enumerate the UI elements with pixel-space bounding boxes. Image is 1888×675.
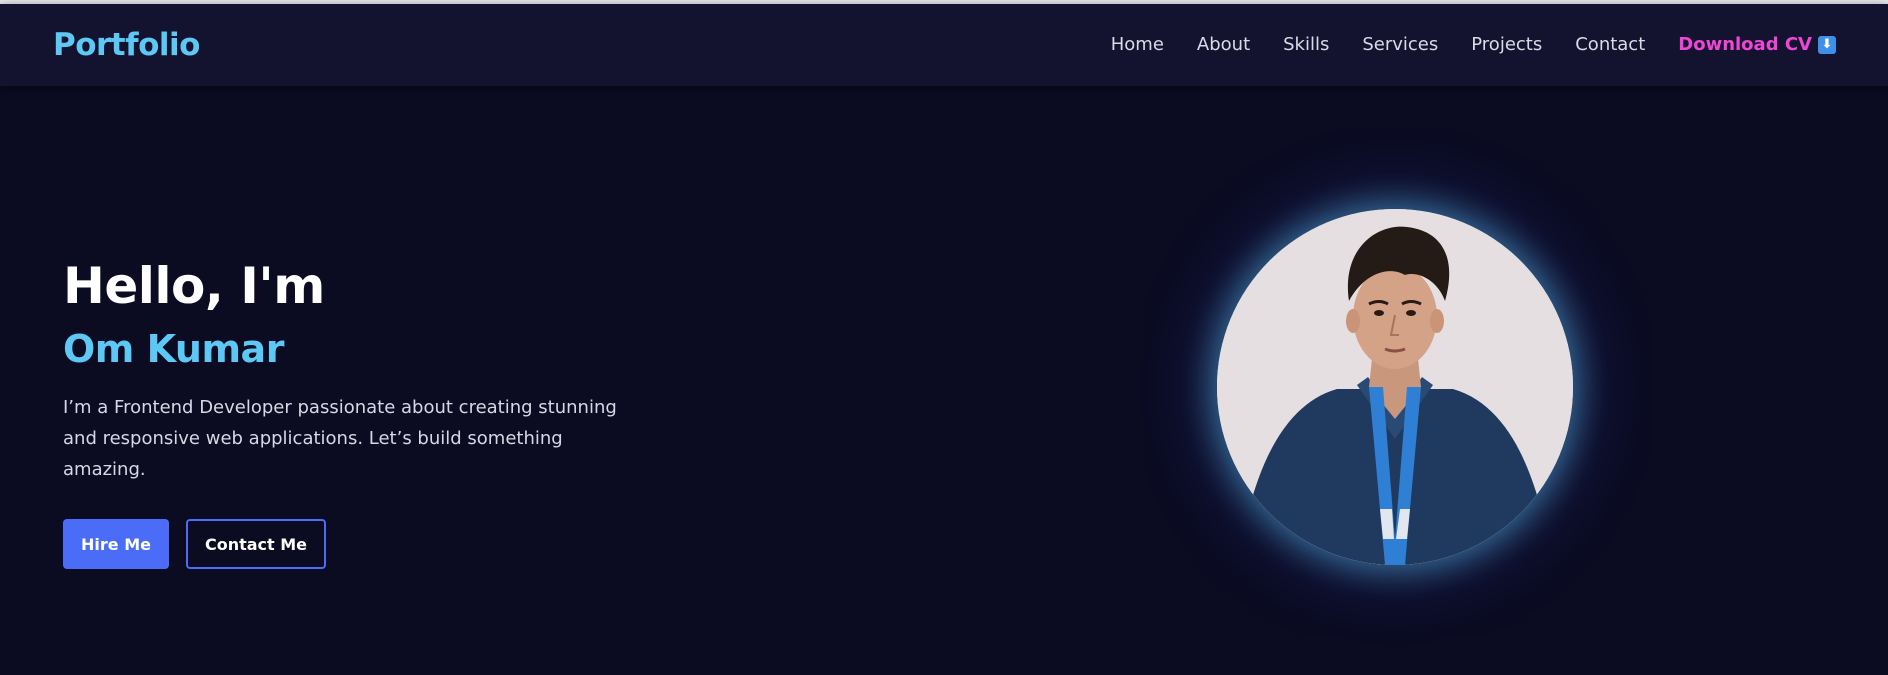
portfolio-page: Portfolio Home About Skills Services Pro… xyxy=(0,0,1888,675)
hero-section: Hello, I'm Om Kumar I’m a Frontend Devel… xyxy=(63,257,643,570)
nav-contact[interactable]: Contact xyxy=(1575,34,1645,55)
hero-greeting: Hello, I'm xyxy=(63,257,325,315)
tagline-line-1: I’m a Frontend Developer passionate abou… xyxy=(63,397,617,419)
nav-about[interactable]: About xyxy=(1197,34,1250,55)
brand-logo[interactable]: Portfolio xyxy=(53,27,200,63)
hero-tagline: I’m a Frontend Developer passionate abou… xyxy=(63,392,643,485)
nav-skills[interactable]: Skills xyxy=(1283,34,1329,55)
contact-me-button[interactable]: Contact Me xyxy=(186,519,326,570)
hero-name: Om Kumar xyxy=(63,326,284,371)
download-cv-label: Download CV xyxy=(1678,34,1812,55)
nav-services[interactable]: Services xyxy=(1362,34,1438,55)
profile-photo xyxy=(1217,209,1573,565)
profile-photo-illustration xyxy=(1217,209,1573,565)
nav-projects[interactable]: Projects xyxy=(1471,34,1542,55)
download-arrow-icon: ⬇ xyxy=(1818,35,1836,54)
hire-me-button[interactable]: Hire Me xyxy=(63,519,169,570)
main-nav: Home About Skills Services Projects Cont… xyxy=(1111,34,1836,55)
nav-home[interactable]: Home xyxy=(1111,34,1164,55)
tagline-line-2: and responsive web applications. Let’s b… xyxy=(63,428,563,481)
navbar: Portfolio Home About Skills Services Pro… xyxy=(0,4,1888,86)
hero-buttons: Hire Me Contact Me xyxy=(63,519,643,570)
download-cv-link[interactable]: Download CV ⬇ xyxy=(1678,34,1836,55)
